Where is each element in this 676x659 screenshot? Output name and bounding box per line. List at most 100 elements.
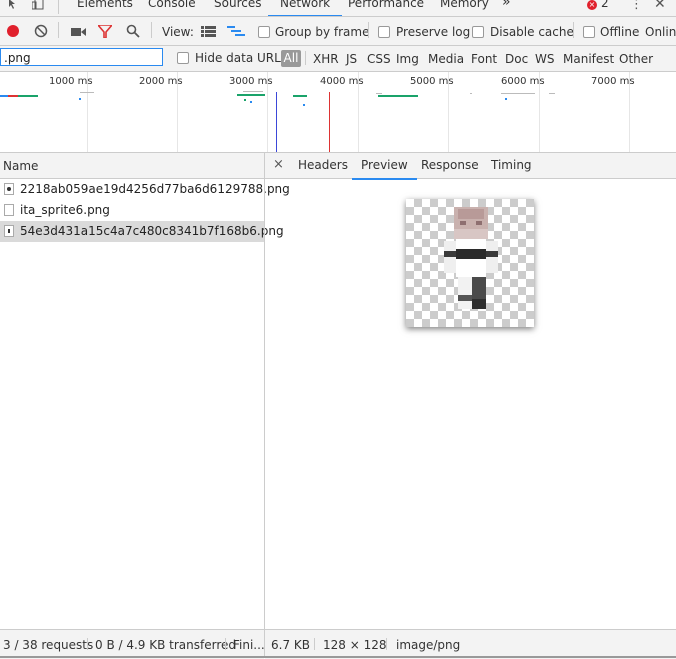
offline-checkbox[interactable] <box>583 26 595 38</box>
timeline-bar <box>549 93 555 94</box>
error-icon[interactable]: × <box>587 0 597 10</box>
filter-type-all[interactable]: All <box>281 50 301 67</box>
tab-preview[interactable]: Preview <box>352 153 417 180</box>
name-header-label: Name <box>3 159 39 173</box>
tab-elements[interactable]: Elements <box>77 0 133 10</box>
more-tabs-button[interactable]: » <box>502 0 511 10</box>
error-count[interactable]: 2 <box>601 0 609 10</box>
search-icon[interactable] <box>126 24 140 41</box>
group-by-frame-checkbox[interactable] <box>258 26 270 38</box>
tab-response[interactable]: Response <box>421 158 479 172</box>
timeline-bar <box>80 92 94 93</box>
filter-type-js[interactable]: JS <box>346 52 357 66</box>
image-size: 6.7 KB <box>271 638 310 652</box>
tab-headers[interactable]: Headers <box>298 158 348 172</box>
group-by-frame-label: Group by frame <box>275 25 370 39</box>
filter-type-manifest[interactable]: Manifest <box>563 52 614 66</box>
toolbar-separator <box>151 22 152 38</box>
timeline-bar <box>303 104 305 106</box>
name-column-header[interactable]: Name <box>0 153 264 179</box>
tab-console[interactable]: Console <box>148 0 196 10</box>
tab-network[interactable]: Network <box>268 0 343 16</box>
summary-bar: 3 / 38 requests 0 B / 4.9 KB transferred… <box>0 629 265 659</box>
close-detail-icon[interactable]: × <box>273 157 284 172</box>
disable-cache-checkbox[interactable] <box>472 26 484 38</box>
filter-separator <box>305 51 306 65</box>
filter-input[interactable]: .png <box>0 48 163 66</box>
network-toolbar: View: Group by frame Preserve log Disabl… <box>0 17 676 46</box>
timeline-bar <box>293 95 307 97</box>
timeline-bar <box>8 95 18 97</box>
filter-type-ws[interactable]: WS <box>535 52 554 66</box>
timeline-label: 2000 ms <box>139 76 183 87</box>
filter-type-font[interactable]: Font <box>471 52 497 66</box>
preserve-log-label: Preserve log <box>396 25 471 39</box>
tab-performance[interactable]: Performance <box>348 0 424 10</box>
request-name: 54e3d431a15c4a7c480c8341b7f168b6.png <box>20 224 284 238</box>
filter-type-doc[interactable]: Doc <box>505 52 528 66</box>
record-icon[interactable] <box>7 25 19 37</box>
timeline-bar <box>0 95 8 97</box>
kebab-menu-icon[interactable]: ⋮ <box>630 0 643 12</box>
image-file-icon <box>4 225 14 237</box>
timeline-bar <box>501 93 535 94</box>
tab-separator <box>58 0 59 14</box>
timeline-label: 5000 ms <box>410 76 454 87</box>
timeline-bar <box>250 101 252 103</box>
timeline-bar <box>470 93 472 94</box>
toolbar-separator <box>58 22 59 38</box>
tab-memory[interactable]: Memory <box>440 0 489 10</box>
close-icon[interactable]: ✕ <box>654 0 666 12</box>
request-name: ita_sprite6.png <box>20 203 110 217</box>
inspect-icon[interactable] <box>8 0 20 13</box>
view-label: View: <box>162 25 194 39</box>
hide-data-urls-label: Hide data URLs <box>195 51 288 65</box>
status-separator <box>314 638 315 650</box>
filter-bar: .png Hide data URLs All XHR JS CSS Img M… <box>0 46 676 72</box>
filter-type-img[interactable]: Img <box>396 52 419 66</box>
large-rows-icon[interactable] <box>201 26 216 40</box>
image-file-icon <box>4 183 14 195</box>
filter-type-other[interactable]: Other <box>619 52 653 66</box>
timeline-bar <box>79 98 81 100</box>
device-toolbar-icon[interactable] <box>31 0 46 13</box>
filter-icon[interactable] <box>96 24 114 41</box>
disable-cache-label: Disable cache <box>490 25 574 39</box>
preserve-log-checkbox[interactable] <box>378 26 390 38</box>
status-separator <box>87 638 88 650</box>
request-name: 2218ab059ae19d4256d77ba6d6129788.png <box>20 182 290 196</box>
tab-timing[interactable]: Timing <box>491 158 532 172</box>
request-row-selected[interactable]: 54e3d431a15c4a7c480c8341b7f168b6.png <box>0 221 284 242</box>
timeline-bar <box>18 95 38 97</box>
request-row[interactable]: 2218ab059ae19d4256d77ba6d6129788.png <box>0 179 290 200</box>
camera-icon[interactable] <box>71 26 87 40</box>
hide-data-urls-checkbox[interactable] <box>177 52 189 64</box>
throttling-select[interactable]: Onlin <box>645 25 676 39</box>
timeline-bar <box>378 95 418 97</box>
devtools-tabbar: Elements Console Sources Network Perform… <box>0 0 676 17</box>
timeline-bar <box>244 99 246 101</box>
toolbar-separator <box>368 22 369 38</box>
timeline-bar <box>505 98 507 100</box>
image-dimensions: 128 × 128 <box>323 638 387 652</box>
tab-sources[interactable]: Sources <box>214 0 261 10</box>
toolbar-separator <box>573 22 574 38</box>
filter-type-media[interactable]: Media <box>428 52 464 66</box>
timeline-overview[interactable]: 1000 ms 2000 ms 3000 ms 4000 ms 5000 ms … <box>0 72 676 153</box>
filter-type-xhr[interactable]: XHR <box>313 52 339 66</box>
detail-tabbar: × Headers Preview Response Timing <box>265 153 676 180</box>
image-preview <box>406 199 534 327</box>
status-separator <box>225 638 226 650</box>
transferred-size: 0 B / 4.9 KB transferred <box>95 638 237 652</box>
split-divider[interactable] <box>264 153 265 658</box>
timeline-label: 1000 ms <box>49 76 93 87</box>
request-count: 3 / 38 requests <box>3 638 94 652</box>
finish-time: Fini... <box>233 638 265 652</box>
dom-content-loaded-line <box>276 92 277 152</box>
request-row[interactable]: ita_sprite6.png <box>0 200 264 221</box>
filter-input-value: .png <box>4 51 31 65</box>
file-icon <box>4 204 14 216</box>
waterfall-icon[interactable] <box>227 26 245 40</box>
clear-icon[interactable] <box>34 24 48 41</box>
filter-type-css[interactable]: CSS <box>367 52 391 66</box>
